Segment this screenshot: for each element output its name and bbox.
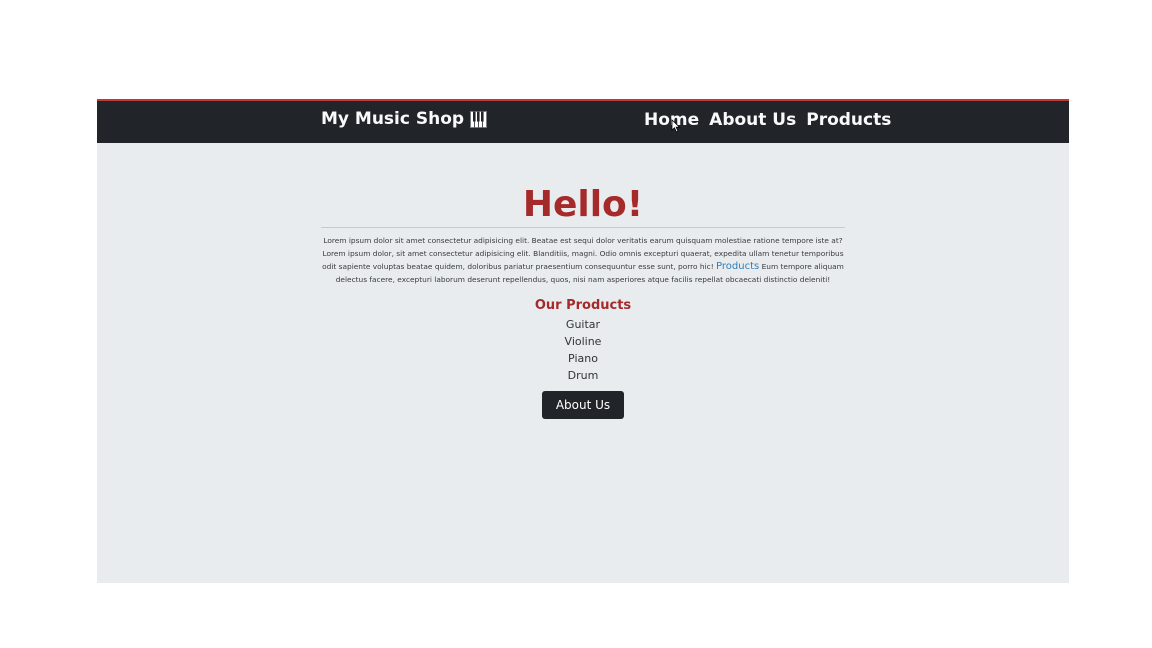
nav-link-about-us[interactable]: About Us	[709, 110, 796, 130]
page-heading: Hello!	[522, 184, 644, 225]
navbar: My Music Shop Home About Us Products	[97, 99, 1069, 143]
main-content: Hello! Lorem ipsum dolor sit amet consec…	[321, 143, 845, 419]
nav-link-products[interactable]: Products	[806, 110, 891, 130]
about-us-button[interactable]: About Us	[541, 391, 625, 419]
brand-name: My Music Shop	[321, 109, 465, 129]
heading-divider	[321, 227, 845, 228]
product-item-piano: Piano	[568, 352, 598, 365]
piano-icon	[470, 110, 488, 128]
product-item-drum: Drum	[567, 369, 599, 382]
product-list: Guitar Violine Piano Drum	[321, 316, 845, 384]
product-item-guitar: Guitar	[565, 318, 601, 331]
brand-link[interactable]: My Music Shop	[321, 109, 488, 129]
products-inline-link[interactable]: Products	[716, 261, 759, 272]
browser-viewport: My Music Shop Home About Us Products Hel…	[97, 99, 1069, 583]
nav-links: Home About Us Products	[644, 110, 891, 130]
mouse-cursor-icon	[671, 119, 681, 133]
intro-paragraph: Lorem ipsum dolor sit amet consectetur a…	[321, 234, 845, 286]
products-heading: Our Products	[534, 298, 632, 313]
product-item-violine: Violine	[564, 335, 602, 348]
